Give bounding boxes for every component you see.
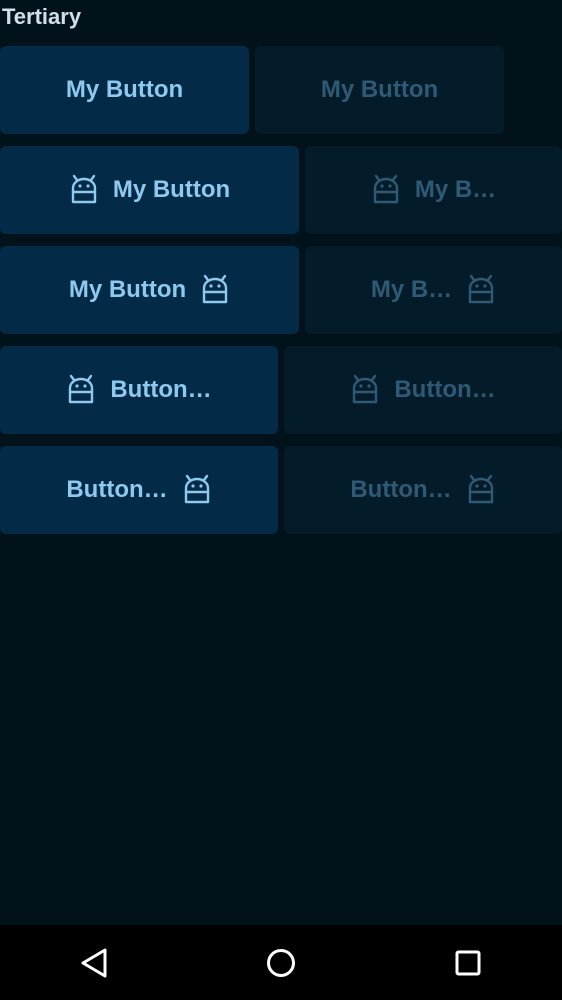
android-icon bbox=[466, 274, 496, 306]
tertiary-button-1[interactable]: My Button bbox=[0, 46, 249, 134]
tertiary-button-2-disabled: My B… bbox=[305, 146, 562, 234]
home-circle-icon bbox=[265, 947, 297, 979]
android-icon bbox=[66, 374, 96, 406]
button-label: My Button bbox=[112, 176, 231, 203]
button-label: My Button bbox=[68, 276, 187, 303]
android-icon bbox=[182, 474, 212, 506]
button-label: My Button bbox=[65, 76, 184, 103]
tertiary-button-1-disabled: My Button bbox=[255, 46, 504, 134]
recents-button[interactable] bbox=[450, 945, 486, 981]
button-label: Button… bbox=[394, 376, 496, 403]
button-label: Button… bbox=[350, 476, 452, 503]
button-label: My B… bbox=[414, 176, 497, 203]
tertiary-button-2[interactable]: My Button bbox=[0, 146, 299, 234]
button-label: My Button bbox=[320, 76, 439, 103]
android-icon bbox=[69, 174, 99, 206]
recents-square-icon bbox=[454, 949, 482, 977]
android-icon bbox=[350, 374, 380, 406]
tertiary-button-5[interactable]: Button… bbox=[0, 446, 278, 534]
android-icon bbox=[200, 274, 230, 306]
section-title: Tertiary bbox=[2, 4, 82, 29]
tertiary-button-5-disabled: Button… bbox=[284, 446, 562, 534]
home-button[interactable] bbox=[263, 945, 299, 981]
tertiary-button-3-disabled: My B… bbox=[305, 246, 562, 334]
system-navigation-bar bbox=[0, 925, 562, 1000]
android-icon bbox=[466, 474, 496, 506]
button-label: Button… bbox=[110, 376, 212, 403]
back-button[interactable] bbox=[76, 945, 112, 981]
tertiary-button-4-disabled: Button… bbox=[284, 346, 562, 434]
button-label: Button… bbox=[66, 476, 168, 503]
android-icon bbox=[371, 174, 401, 206]
tertiary-button-4[interactable]: Button… bbox=[0, 346, 278, 434]
back-triangle-icon bbox=[79, 947, 109, 979]
button-label: My B… bbox=[370, 276, 453, 303]
tertiary-button-3[interactable]: My Button bbox=[0, 246, 299, 334]
